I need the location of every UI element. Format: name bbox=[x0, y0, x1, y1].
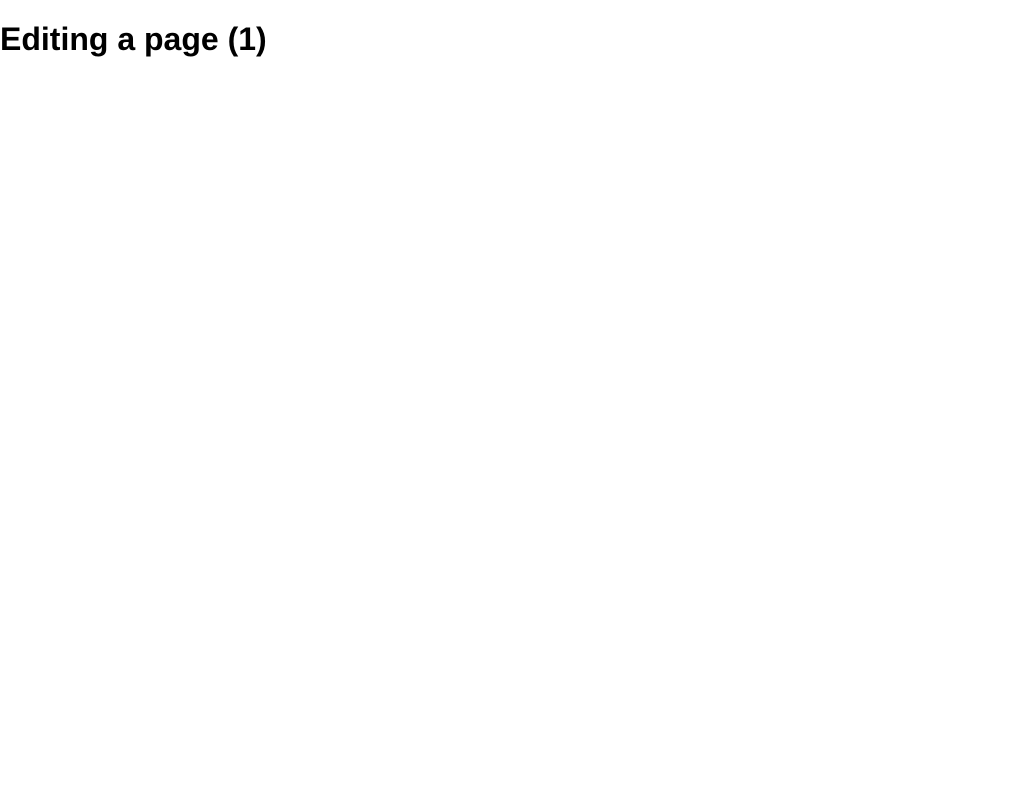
page-title: Editing a page (1) bbox=[0, 21, 267, 58]
